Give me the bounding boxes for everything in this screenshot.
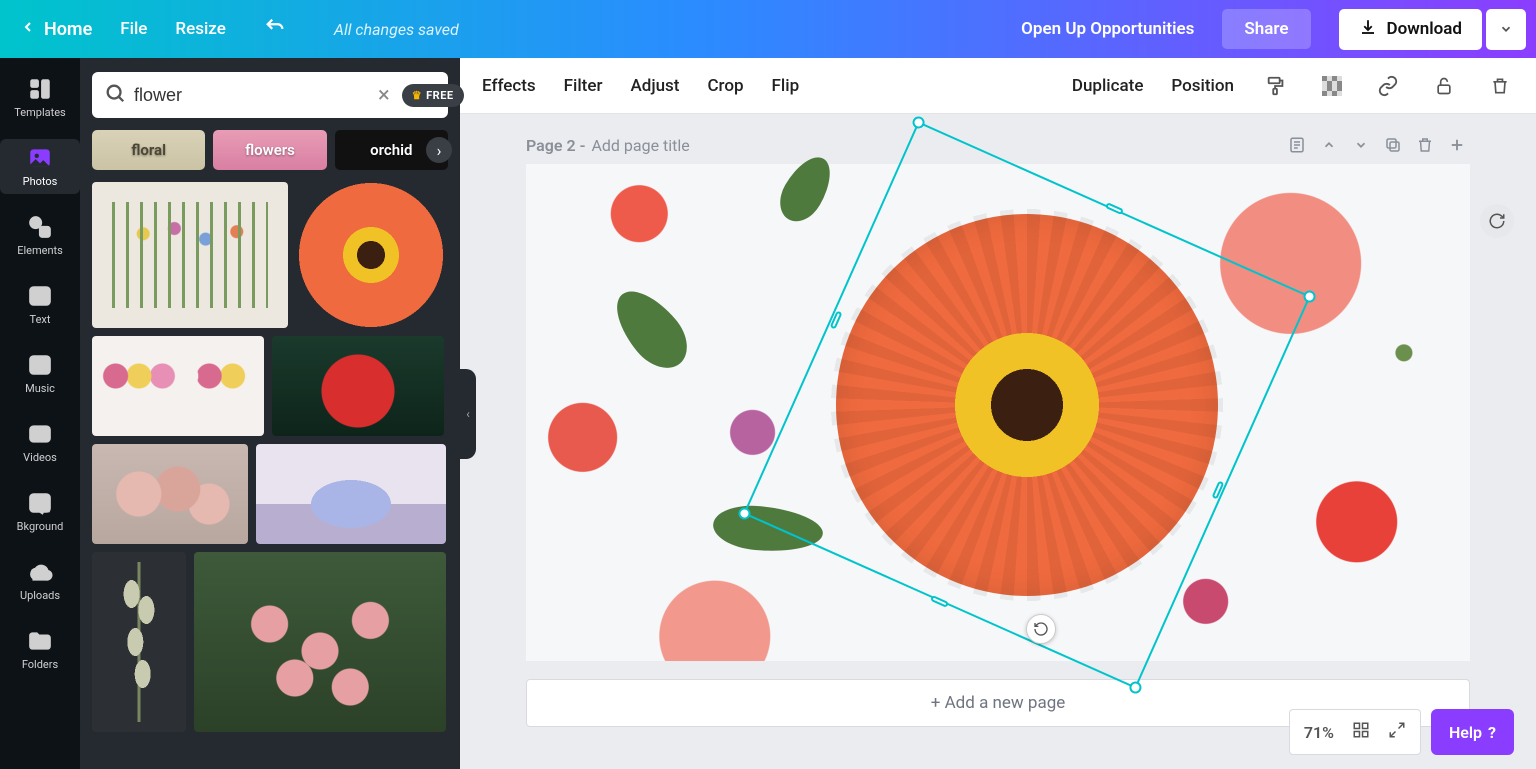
link-icon[interactable] xyxy=(1374,72,1402,100)
resize-menu[interactable]: Resize xyxy=(175,19,225,39)
undo-button[interactable] xyxy=(264,16,286,42)
home-label: Home xyxy=(44,19,92,40)
paint-roller-icon[interactable] xyxy=(1262,72,1290,100)
free-filter-badge[interactable]: ♛ FREE xyxy=(402,84,464,107)
canvas-page[interactable] xyxy=(526,164,1470,661)
photo-thumb[interactable] xyxy=(256,444,446,544)
search-input[interactable] xyxy=(134,85,366,106)
free-label: FREE xyxy=(426,89,453,102)
videos-icon xyxy=(27,421,53,447)
photo-thumb[interactable] xyxy=(296,182,446,328)
top-header: Home File Resize All changes saved Open … xyxy=(0,0,1536,58)
download-button[interactable]: Download xyxy=(1339,9,1482,50)
clear-search-button[interactable]: × xyxy=(374,83,394,108)
copy-page-icon[interactable] xyxy=(1380,132,1406,158)
rail-videos[interactable]: Videos xyxy=(0,415,80,470)
fullscreen-icon[interactable] xyxy=(1388,721,1406,743)
rail-uploads[interactable]: Uploads xyxy=(0,553,80,608)
flip-button[interactable]: Flip xyxy=(772,76,800,96)
transparency-icon[interactable] xyxy=(1318,72,1346,100)
search-bar: × ♛ FREE xyxy=(92,72,448,118)
rail-videos-label: Videos xyxy=(23,451,57,464)
photo-thumb[interactable] xyxy=(92,444,248,544)
photos-panel: × ♛ FREE floral flowers orchid › xyxy=(80,58,460,769)
rail-uploads-label: Uploads xyxy=(20,589,60,602)
crown-icon: ♛ xyxy=(412,89,422,102)
photo-thumb[interactable] xyxy=(92,552,186,732)
file-menu[interactable]: File xyxy=(120,19,147,39)
rail-elements[interactable]: Elements xyxy=(0,208,80,263)
filter-button[interactable]: Filter xyxy=(564,76,603,96)
home-button[interactable]: Home xyxy=(20,19,92,40)
download-label: Download xyxy=(1387,19,1462,39)
rail-folders-label: Folders xyxy=(22,658,58,671)
templates-icon xyxy=(27,76,53,102)
photo-thumb[interactable] xyxy=(194,552,446,732)
save-status: All changes saved xyxy=(334,20,459,39)
chip-flowers[interactable]: flowers xyxy=(213,130,326,170)
chevron-left-icon xyxy=(20,19,36,40)
elements-icon xyxy=(27,214,53,240)
zoom-percent[interactable]: 71% xyxy=(1304,723,1334,742)
rail-text[interactable]: Text xyxy=(0,277,80,332)
uploads-icon xyxy=(27,559,53,585)
canvas-stage[interactable]: Page 2 - Add page title xyxy=(460,114,1536,769)
page-down-icon[interactable] xyxy=(1348,132,1374,158)
context-toolbar: Effects Filter Adjust Crop Flip Duplicat… xyxy=(460,58,1536,114)
share-button[interactable]: Share xyxy=(1222,9,1310,49)
rail-photos-label: Photos xyxy=(23,175,58,188)
rotate-handle[interactable] xyxy=(1026,614,1056,644)
folders-icon xyxy=(27,628,53,654)
zoom-controls: 71% xyxy=(1289,709,1421,755)
rail-templates[interactable]: Templates xyxy=(0,70,80,125)
rail-music-label: Music xyxy=(25,382,55,395)
crop-button[interactable]: Crop xyxy=(707,76,743,96)
background-icon xyxy=(27,490,53,516)
photo-thumb[interactable] xyxy=(92,336,264,436)
rail-elements-label: Elements xyxy=(17,244,63,257)
rail-templates-label: Templates xyxy=(14,106,65,119)
chips-next-button[interactable]: › xyxy=(426,137,452,163)
help-label: Help xyxy=(1449,723,1482,742)
duplicate-button[interactable]: Duplicate xyxy=(1072,76,1144,96)
decorative-leaf xyxy=(771,149,841,230)
side-rail: Templates Photos Elements Text Music Vid… xyxy=(0,58,80,769)
page-up-icon[interactable] xyxy=(1316,132,1342,158)
rail-bkground[interactable]: Bkground xyxy=(0,484,80,539)
lock-icon[interactable] xyxy=(1430,72,1458,100)
chip-floral[interactable]: floral xyxy=(92,130,205,170)
photo-thumb[interactable] xyxy=(92,182,288,328)
search-icon xyxy=(104,82,126,108)
rail-music[interactable]: Music xyxy=(0,346,80,401)
trash-icon[interactable] xyxy=(1486,72,1514,100)
page-label: Page 2 - xyxy=(526,136,585,155)
rail-folders[interactable]: Folders xyxy=(0,622,80,677)
decorative-leaf xyxy=(603,278,699,379)
resync-icon[interactable] xyxy=(1480,204,1514,238)
delete-page-icon[interactable] xyxy=(1412,132,1438,158)
notes-icon[interactable] xyxy=(1284,132,1310,158)
adjust-button[interactable]: Adjust xyxy=(630,76,679,96)
download-more-button[interactable] xyxy=(1486,9,1526,50)
add-page-icon[interactable] xyxy=(1444,132,1470,158)
grid-view-icon[interactable] xyxy=(1352,721,1370,743)
editor-area: Effects Filter Adjust Crop Flip Duplicat… xyxy=(460,58,1536,769)
rail-photos[interactable]: Photos xyxy=(0,139,80,194)
rail-bkground-label: Bkground xyxy=(17,520,64,533)
page-title-placeholder[interactable]: Add page title xyxy=(591,136,689,155)
opportunity-link[interactable]: Open Up Opportunities xyxy=(1021,19,1194,39)
help-button[interactable]: Help ? xyxy=(1431,709,1514,755)
question-icon: ? xyxy=(1488,723,1496,742)
music-icon xyxy=(27,352,53,378)
suggestion-chips: floral flowers orchid › xyxy=(92,130,448,170)
position-button[interactable]: Position xyxy=(1171,76,1234,96)
photo-thumb[interactable] xyxy=(272,336,444,436)
text-icon xyxy=(27,283,53,309)
download-icon xyxy=(1359,18,1377,41)
effects-button[interactable]: Effects xyxy=(482,76,536,96)
photos-icon xyxy=(27,145,53,171)
photo-results[interactable] xyxy=(92,182,448,769)
selection-box[interactable] xyxy=(743,121,1311,689)
rail-text-label: Text xyxy=(30,313,51,326)
